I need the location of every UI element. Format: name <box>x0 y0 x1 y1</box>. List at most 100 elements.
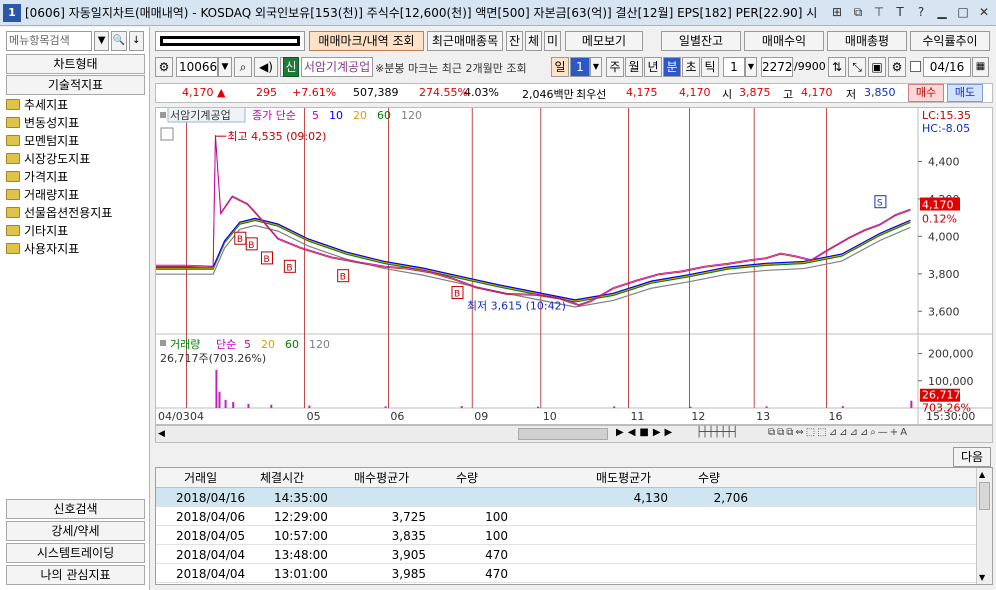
cell-buy-avg <box>386 488 426 508</box>
maximize-icon[interactable]: □ <box>954 4 972 22</box>
account-field[interactable] <box>155 31 305 51</box>
tree-item[interactable]: 시장강도지표 <box>6 149 145 167</box>
candle-icon[interactable]: ⇅ <box>828 57 846 77</box>
period-second[interactable]: 초 <box>682 57 700 77</box>
tab-system-trading[interactable]: 시스템트레이딩 <box>6 543 145 563</box>
menu-search-input[interactable]: 메뉴항목검색 <box>6 31 92 51</box>
calendar-icon[interactable]: ▦ <box>972 57 989 77</box>
tree-item[interactable]: 선물옵션전용지표 <box>6 203 145 221</box>
search-icon[interactable]: ⌕ <box>234 57 252 77</box>
period-day[interactable]: 일 <box>551 57 569 77</box>
period-year[interactable]: 년 <box>644 57 662 77</box>
scroll-left-icon[interactable]: ◀ <box>158 427 168 441</box>
tree-item[interactable]: 기타지표 <box>6 221 145 239</box>
table-toolbar: 다음 <box>155 445 993 467</box>
volume-ma-legend-20: 20 <box>261 338 275 351</box>
cell-time: 14:35:00 <box>274 491 328 505</box>
drawing-tools-icon[interactable]: ⧉⧉⧉⇔⬚⬚⊿⊿⊿⊿⌕—+A <box>768 427 909 438</box>
tree-item[interactable]: 사용자지표 <box>6 239 145 257</box>
table-row[interactable]: 2018/04/04 13:01:00 3,985 470 <box>156 564 976 583</box>
scale-icon[interactable]: ⤡ <box>848 57 866 77</box>
window-title: [0606] 자동일지차트(매매내역) - KOSDAQ 외국인보유[153(천… <box>25 6 818 20</box>
price-chart[interactable]: 4,4004,2004,0003,8003,600200,000100,000B… <box>155 106 993 425</box>
tree-item[interactable]: 가격지표 <box>6 167 145 185</box>
download-icon[interactable]: ↓ <box>128 31 144 51</box>
speaker-icon[interactable]: ◀) <box>254 57 278 77</box>
dropdown-icon[interactable]: ▼ <box>590 57 602 77</box>
tree-item[interactable]: 모멘텀지표 <box>6 131 145 149</box>
cell-buy-qty: 470 <box>485 567 508 581</box>
date-input[interactable]: 04/16 <box>923 57 971 77</box>
hc-label: HC:-8.05 <box>922 122 970 135</box>
date-checkbox[interactable] <box>910 61 921 72</box>
quote-bar: 4,170 ▲ 295 +7.61% 507,389 274.55% 4.03%… <box>155 83 993 103</box>
x-tick-label: 13 <box>756 410 770 423</box>
search-icon[interactable]: 🔍 <box>111 31 127 51</box>
cell-buy-qty: 470 <box>485 548 508 562</box>
pin-icon[interactable]: ⊤ <box>870 4 888 22</box>
daily-balance-button[interactable]: 일별잔고 <box>661 31 741 51</box>
x-tick-label: 05 <box>307 410 321 423</box>
dropdown-icon[interactable]: ▼ <box>218 57 232 77</box>
help-icon[interactable]: ? <box>912 4 930 22</box>
tree-item[interactable]: 추세지표 <box>6 95 145 113</box>
tree-item[interactable]: 변동성지표 <box>6 113 145 131</box>
period-month[interactable]: 월 <box>625 57 643 77</box>
unfilled-button[interactable]: 미 <box>544 31 561 51</box>
playback-controls[interactable]: ▶◀■▶▶ <box>616 427 676 438</box>
tab-bull-bear[interactable]: 강세/약세 <box>6 521 145 541</box>
trade-mark-button[interactable]: 매매마크/내역 조회 <box>309 31 424 51</box>
scroll-thumb[interactable] <box>518 428 608 440</box>
scroll-up-icon[interactable]: ▲ <box>979 470 985 479</box>
dropdown-icon[interactable]: ▼ <box>93 31 110 51</box>
tree-item[interactable]: 거래량지표 <box>6 185 145 203</box>
sell-button[interactable]: 매도 <box>947 84 983 102</box>
minimize-icon[interactable]: ▁ <box>933 4 951 22</box>
chart-svg[interactable]: 4,4004,2004,0003,8003,600200,000100,000B… <box>156 106 992 424</box>
bar-count-input[interactable]: 2272 <box>761 57 793 77</box>
next-button[interactable]: 다음 <box>953 447 991 467</box>
table-row[interactable]: 2018/04/06 12:29:00 3,725 100 <box>156 507 976 526</box>
table-row[interactable]: 2018/04/16 14:35:00 4,130 2,706 <box>156 488 976 507</box>
scroll-thumb[interactable] <box>979 482 990 510</box>
tab-technical-indicators[interactable]: 기술적지표 <box>6 75 145 95</box>
buy-button[interactable]: 매수 <box>908 84 944 102</box>
period-minute[interactable]: 분 <box>663 57 681 77</box>
table-row[interactable]: 2018/04/04 13:48:00 3,905 470 <box>156 545 976 564</box>
stock-code-input[interactable]: 100660 <box>176 57 225 77</box>
tab-signal-search[interactable]: 신호검색 <box>6 499 145 519</box>
balance-button[interactable]: 잔 <box>506 31 523 51</box>
cell-buy-qty: 100 <box>485 529 508 543</box>
x-tick-label: 04 <box>190 410 204 423</box>
trade-review-button[interactable]: 매매총평 <box>827 31 907 51</box>
scroll-down-icon[interactable]: ▼ <box>979 573 985 582</box>
save-icon[interactable]: ▣ <box>868 57 886 77</box>
memo-button[interactable]: 메모보기 <box>565 31 643 51</box>
period-tick[interactable]: 틱 <box>701 57 719 77</box>
trade-profit-button[interactable]: 매매수익 <box>744 31 824 51</box>
table-scrollbar[interactable]: ▲ ▼ <box>976 468 992 584</box>
table-row[interactable]: 2018/04/05 10:57:00 3,835 100 <box>156 526 976 545</box>
tab-chart-type[interactable]: 차트형태 <box>6 54 145 74</box>
return-trend-button[interactable]: 수익률추이 <box>910 31 990 51</box>
restore-icon[interactable]: ⧉ <box>849 4 867 22</box>
tab-my-indicators[interactable]: 나의 관심지표 <box>6 565 145 585</box>
filled-button[interactable]: 체 <box>525 31 542 51</box>
dropdown-icon[interactable]: ▼ <box>745 57 757 77</box>
close-icon[interactable]: ✕ <box>975 4 993 22</box>
settings-icon[interactable]: ⚙ <box>155 57 173 77</box>
link-icon[interactable]: ⊞ <box>828 4 846 22</box>
tick-value-input[interactable]: 1 <box>723 57 745 77</box>
col-trade-date: 거래일 <box>184 471 218 485</box>
period-value[interactable]: 1 <box>570 57 590 77</box>
cell-buy-avg: 3,985 <box>391 567 426 581</box>
period-week[interactable]: 주 <box>606 57 624 77</box>
font-icon[interactable]: T <box>891 4 909 22</box>
cell-time: 12:29:00 <box>274 510 328 524</box>
best-quote-label: 최우선 <box>576 88 607 101</box>
volume-ma-legend-120: 120 <box>309 338 330 351</box>
gear-icon[interactable]: ⚙ <box>888 57 906 77</box>
zoom-slider[interactable]: ├┼┼┼┼┼┤ <box>696 427 738 438</box>
volume-bar <box>308 405 311 408</box>
recent-stocks-button[interactable]: 최근매매종목 <box>427 31 503 51</box>
